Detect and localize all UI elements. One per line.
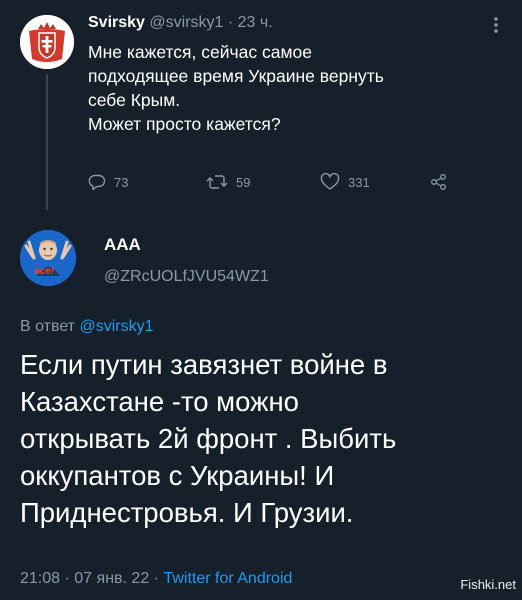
reply-author-name[interactable]: ААА	[104, 235, 141, 255]
reply-to-handle-link[interactable]: @svirsky1	[79, 318, 153, 335]
tweet-actions: 73 59 331	[88, 170, 488, 194]
replying-to: В ответ @svirsky1	[20, 318, 154, 336]
like-count: 331	[348, 174, 370, 190]
reply-text-line: Приднестровья. И Грузии.	[20, 497, 354, 528]
tweet-header: Svirsky @svirsky1 · 23 ч.	[88, 14, 273, 36]
reply-author-handle[interactable]: @ZRcUOLfJVU54WZ1	[104, 268, 269, 286]
watermark: Fishki.net	[460, 577, 516, 592]
author-handle[interactable]: @svirsky1	[149, 14, 223, 31]
original-tweet[interactable]: Svirsky @svirsky1 · 23 ч. Мне кажется, с…	[0, 0, 522, 210]
like-button[interactable]: 331	[320, 170, 370, 194]
reply-date[interactable]: 07 янв. 22	[74, 570, 149, 587]
reply-prefix: В ответ	[20, 318, 76, 335]
meme-avatar-icon	[20, 230, 76, 286]
reply-text-line: оккупантов с Украины! И	[20, 460, 335, 491]
retweet-button[interactable]: 59	[206, 170, 250, 194]
avatar-caption: все!	[34, 266, 55, 277]
reply-button[interactable]: 73	[88, 170, 128, 194]
thread-line	[46, 74, 48, 210]
coat-of-arms-icon	[20, 15, 74, 69]
reply-count: 73	[114, 174, 129, 190]
meta-separator: ·	[64, 570, 70, 587]
header-separator: ·	[227, 14, 234, 31]
reply-text-line: Если путин завязнет войне в	[20, 349, 388, 380]
more-icon[interactable]	[490, 14, 502, 36]
tweet-text-line: себе Крым.	[88, 90, 181, 110]
share-icon	[431, 174, 446, 190]
tweet-time[interactable]: 23 ч.	[238, 14, 273, 31]
like-icon	[320, 173, 340, 190]
share-button[interactable]	[430, 170, 448, 194]
reply-time[interactable]: 21:08	[20, 570, 60, 587]
author-name[interactable]: Svirsky	[88, 14, 145, 31]
reply-text-line: открывать 2й фронт . Выбить	[20, 423, 397, 454]
reply-meta: 21:08 · 07 янв. 22 · Twitter for Android	[20, 570, 292, 588]
retweet-count: 59	[236, 174, 251, 190]
reply-text-line: Казахстане -то можно	[20, 386, 299, 417]
reply-text: Если путин завязнет войне в Казахстане -…	[20, 346, 520, 531]
tweet-text-line: Может просто кажется?	[88, 114, 281, 134]
meme-avatar[interactable]: все!	[20, 230, 76, 286]
reply-icon	[88, 174, 106, 191]
tweet-text: Мне кажется, сейчас самое подходящее вре…	[88, 40, 508, 136]
retweet-icon	[206, 175, 228, 189]
tweet-text-line: Мне кажется, сейчас самое	[88, 42, 312, 62]
meta-separator: ·	[153, 570, 159, 587]
tweet-text-line: подходящее время Украине вернуть	[88, 66, 384, 86]
coat-of-arms-avatar[interactable]	[20, 15, 74, 69]
client-link[interactable]: Twitter for Android	[163, 570, 292, 587]
